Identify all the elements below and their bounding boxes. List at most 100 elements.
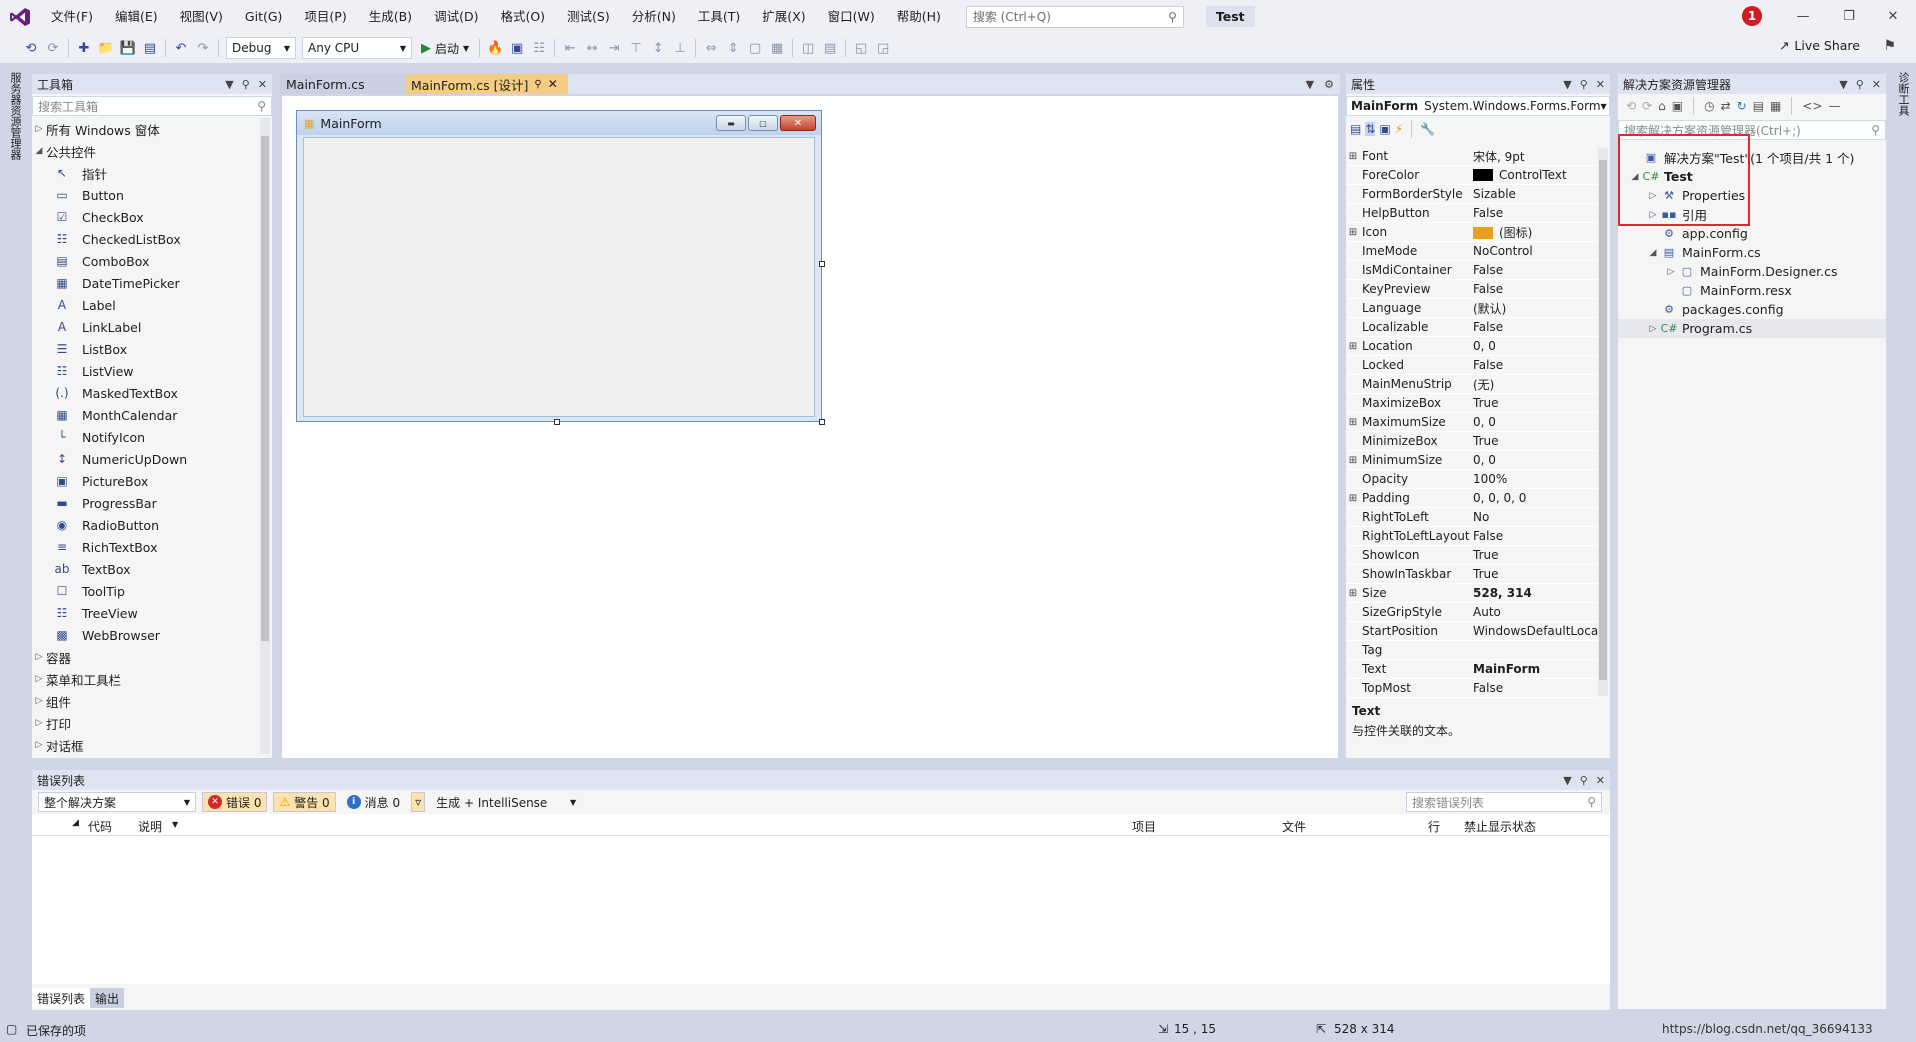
vertical-spacing-icon[interactable]: ▤ [819, 37, 841, 59]
toolbox-item-treeview[interactable]: ☷ TreeView [32, 602, 272, 624]
server-explorer-tab[interactable]: 服务器资源管理器 [7, 72, 23, 160]
sync-icon[interactable]: ⇄ [1721, 99, 1731, 113]
toolbox-item-radiobutton[interactable]: ◉ RadioButton [32, 514, 272, 536]
close-icon[interactable]: ✕ [258, 78, 267, 91]
save-all-icon[interactable]: ▤ [139, 37, 161, 59]
property-row[interactable]: ImeMode NoControl [1346, 242, 1598, 261]
menu-item[interactable]: 文件(F) [40, 0, 104, 33]
form-client-area[interactable] [303, 137, 815, 417]
property-value[interactable]: 0, 0 [1470, 339, 1598, 353]
alphabetical-icon[interactable]: ⇅ [1365, 122, 1376, 136]
property-row[interactable]: Text MainForm [1346, 660, 1598, 679]
live-share-button[interactable]: ↗ Live Share [1779, 38, 1860, 53]
close-window-button[interactable]: ✕ [1870, 0, 1916, 33]
property-value[interactable]: False [1470, 206, 1598, 220]
make-same-width-icon[interactable]: ⇔ [700, 37, 722, 59]
property-row[interactable]: RightToLeftLayout False [1346, 527, 1598, 546]
toolbox-group[interactable]: ▷ 打印 [32, 712, 272, 734]
toolbox-item-webbrowser[interactable]: ▩ WebBrowser [32, 624, 272, 646]
bring-to-front-icon[interactable]: ◱ [850, 37, 872, 59]
start-debugging-button[interactable]: ▶ 启动 ▼ [415, 40, 475, 57]
gear-icon[interactable]: ⚙ [1324, 78, 1334, 91]
expand-plus-icon[interactable]: ⊞ [1346, 227, 1360, 238]
toolbox-group[interactable]: ▷ 对话框 [32, 734, 272, 756]
size-to-grid-icon[interactable]: ▦ [766, 37, 788, 59]
property-row[interactable]: ⊞ MaximumSize 0, 0 [1346, 413, 1598, 432]
tree-toggle-icon[interactable]: ◢ [1646, 248, 1660, 258]
build-intellisense-select[interactable]: 生成 + IntelliSense ▼ [431, 792, 582, 812]
property-value[interactable]: False [1470, 358, 1598, 372]
refresh-icon[interactable]: ↻ [1737, 99, 1747, 113]
close-tab-icon[interactable]: ✕ [548, 77, 558, 91]
toolbox-item-progressbar[interactable]: ▬ ProgressBar [32, 492, 272, 514]
property-value[interactable]: WindowsDefaultLoca [1470, 624, 1598, 638]
tree-toggle-icon[interactable]: ▷ [1646, 324, 1660, 334]
property-value[interactable]: 0, 0 [1470, 415, 1598, 429]
solution-tree-item[interactable]: ▷ C# Program.cs [1618, 319, 1886, 338]
categorized-icon[interactable]: ▤ [1350, 122, 1361, 136]
properties-scrollbar[interactable] [1598, 148, 1608, 696]
designed-form[interactable]: ▦ MainForm ▬ ▢ ✕ [296, 110, 822, 422]
menu-item[interactable]: 格式(O) [489, 0, 556, 33]
hot-reload-icon[interactable]: 🔥 [484, 37, 506, 59]
menu-item[interactable]: 调试(D) [423, 0, 489, 33]
toolbox-item-notifyicon[interactable]: └ NotifyIcon [32, 426, 272, 448]
close-icon[interactable]: ✕ [1596, 774, 1605, 787]
column-header-suppression[interactable]: 禁止显示状态 [1464, 818, 1536, 835]
chevron-down-icon[interactable]: ▼ [1563, 78, 1571, 91]
property-value[interactable]: 0, 0, 0, 0 [1470, 491, 1598, 505]
property-value[interactable]: 0, 0 [1470, 453, 1598, 467]
expand-plus-icon[interactable]: ⊞ [1346, 151, 1360, 162]
property-value[interactable]: 宋体, 9pt [1470, 148, 1598, 165]
send-to-back-icon[interactable]: ◲ [872, 37, 894, 59]
toolbox-item-combobox[interactable]: ▤ ComboBox [32, 250, 272, 272]
error-scope-select[interactable]: 整个解决方案 ▼ [38, 792, 196, 812]
feedback-icon[interactable]: ⚑ [1883, 38, 1896, 54]
tab-error-list[interactable]: 错误列表 [32, 988, 91, 1008]
property-value[interactable]: (无) [1470, 376, 1598, 393]
column-header-project[interactable]: 项目 [1132, 818, 1156, 835]
clear-filter-button[interactable]: ▿ [411, 792, 426, 812]
toolbox-scrollbar-thumb[interactable] [261, 136, 269, 641]
tab-order-icon[interactable]: ▣ [506, 37, 528, 59]
property-row[interactable]: ShowIcon True [1346, 546, 1598, 565]
pin-icon[interactable]: ⚲ [1580, 774, 1588, 787]
chevron-down-icon[interactable]: ▼ [1306, 78, 1314, 91]
pin-icon[interactable]: ⚲ [242, 78, 250, 91]
property-value[interactable]: True [1470, 434, 1598, 448]
column-header-file[interactable]: 文件 [1282, 818, 1306, 835]
view-code-icon[interactable]: <> [1802, 99, 1822, 113]
menu-item[interactable]: 项目(P) [293, 0, 357, 33]
property-row[interactable]: KeyPreview False [1346, 280, 1598, 299]
menu-item[interactable]: 帮助(H) [886, 0, 952, 33]
home-icon[interactable]: ⌂ [1658, 99, 1666, 113]
align-top-icon[interactable]: ⊤ [625, 37, 647, 59]
resize-handle-right[interactable] [819, 261, 825, 267]
property-row[interactable]: Localizable False [1346, 318, 1598, 337]
solution-tree-item[interactable]: ▢ MainForm.resx [1618, 281, 1886, 300]
events-icon[interactable]: ⚡ [1395, 122, 1403, 136]
toolbox-item-label[interactable]: A Label [32, 294, 272, 316]
tab-mainform-designer[interactable]: MainForm.cs [设计] ⚲ ✕ [405, 74, 568, 94]
property-row[interactable]: ⊞ Size 528, 314 [1346, 584, 1598, 603]
tree-toggle-icon[interactable]: ▷ [1664, 267, 1678, 277]
menu-item[interactable]: 分析(N) [621, 0, 687, 33]
align-left-icon[interactable]: ⇤ [559, 37, 581, 59]
property-row[interactable]: IsMdiContainer False [1346, 261, 1598, 280]
close-icon[interactable]: ✕ [1596, 78, 1605, 91]
property-value[interactable]: False [1470, 263, 1598, 277]
pin-icon[interactable]: ⚲ [1580, 78, 1588, 91]
property-value[interactable]: False [1470, 282, 1598, 296]
minimize-window-button[interactable]: — [1780, 0, 1826, 33]
menu-item[interactable]: 测试(S) [556, 0, 621, 33]
toolbox-item-numericupdown[interactable]: ↕ NumericUpDown [32, 448, 272, 470]
expand-plus-icon[interactable]: ⊞ [1346, 417, 1360, 428]
form-designer-surface[interactable]: ▦ MainForm ▬ ▢ ✕ [282, 96, 1338, 758]
toolbox-group[interactable]: ▷ 容器 [32, 646, 272, 668]
property-value[interactable]: True [1470, 548, 1598, 562]
save-icon[interactable]: 💾 [117, 37, 139, 59]
toolbox-group[interactable]: ▷ 组件 [32, 690, 272, 712]
property-row[interactable]: ⊞ Font 宋体, 9pt [1346, 147, 1598, 166]
chevron-down-icon[interactable]: ▼ [172, 820, 178, 829]
tab-mainform-code[interactable]: MainForm.cs [280, 74, 405, 94]
